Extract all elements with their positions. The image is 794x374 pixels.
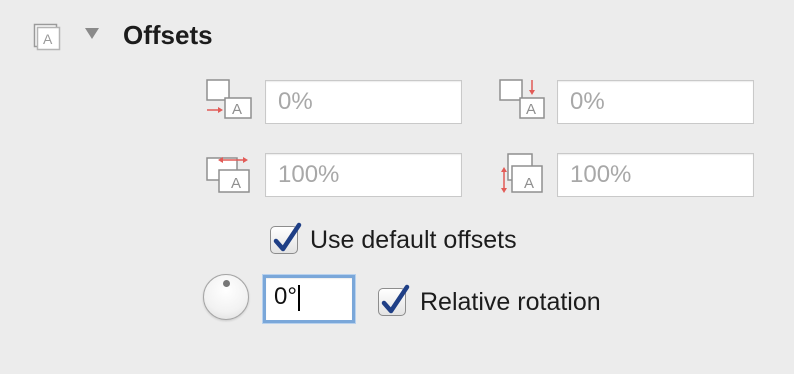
relative-rotation-checkbox[interactable] [378,284,410,316]
text-cursor [297,284,300,311]
svg-text:A: A [526,101,536,118]
rotation-knob[interactable] [203,274,249,320]
svg-text:A: A [43,31,53,47]
section-title: Offsets [123,20,213,50]
height-scale-icon: A [498,152,550,196]
checkmark-icon [381,284,410,314]
text-frame-icon: A [32,22,62,52]
use-default-offsets-label: Use default offsets [310,226,517,254]
relative-rotation-label: Relative rotation [420,288,601,316]
rotation-knob-indicator [223,280,230,287]
horizontal-offset-field[interactable]: 0% [265,80,462,124]
svg-text:A: A [231,175,241,192]
width-percent-field[interactable]: 100% [265,153,462,197]
horizontal-offset-icon: A [205,78,257,122]
height-percent-field[interactable]: 100% [557,153,754,197]
rotation-angle-field[interactable]: 0° [263,275,355,323]
disclosure-triangle-icon[interactable] [85,28,99,39]
width-scale-icon: A [205,152,257,196]
vertical-offset-icon: A [498,78,550,122]
svg-text:A: A [232,101,242,118]
use-default-offsets-checkbox[interactable] [270,222,302,254]
offsets-inspector-panel: A Offsets A 0% A 0% A 100% A 100% Use de… [0,0,794,374]
svg-text:A: A [524,175,534,192]
rotation-angle-value: 0° [274,283,297,310]
checkmark-icon [273,222,302,252]
vertical-offset-field[interactable]: 0% [557,80,754,124]
